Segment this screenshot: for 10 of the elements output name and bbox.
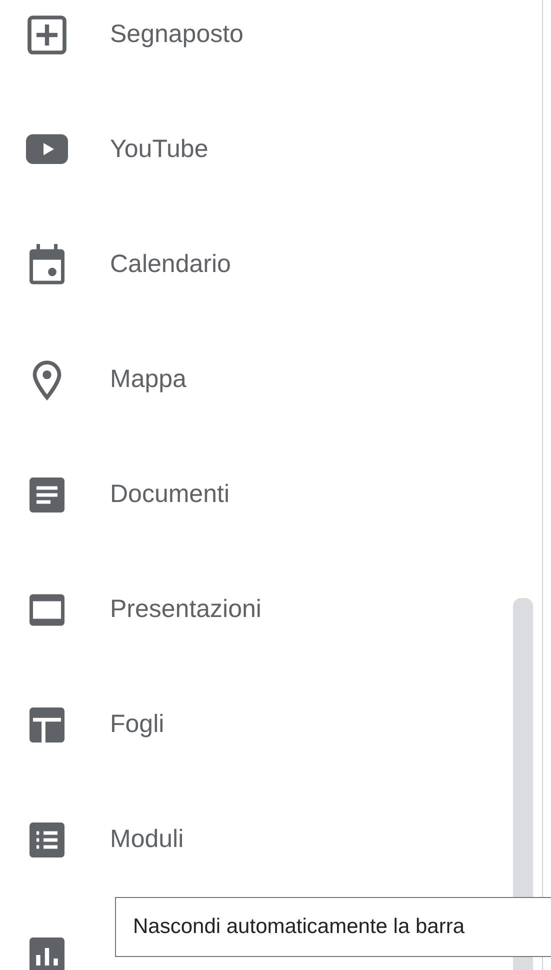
menu-item[interactable]: Documenti bbox=[0, 437, 500, 552]
menu-item[interactable]: Presentazioni bbox=[0, 552, 500, 667]
tooltip: Nascondi automaticamente la barra bbox=[115, 897, 551, 957]
menu-item[interactable]: YouTube bbox=[0, 92, 500, 207]
menu-item[interactable]: Segnaposto bbox=[0, 0, 500, 92]
menu-item[interactable]: Moduli bbox=[0, 782, 500, 897]
plus-square-icon bbox=[26, 14, 68, 56]
menu-item[interactable]: Fogli bbox=[0, 667, 500, 782]
menu-item[interactable]: Mappa bbox=[0, 322, 500, 437]
menu-item[interactable]: Calendario bbox=[0, 207, 500, 322]
